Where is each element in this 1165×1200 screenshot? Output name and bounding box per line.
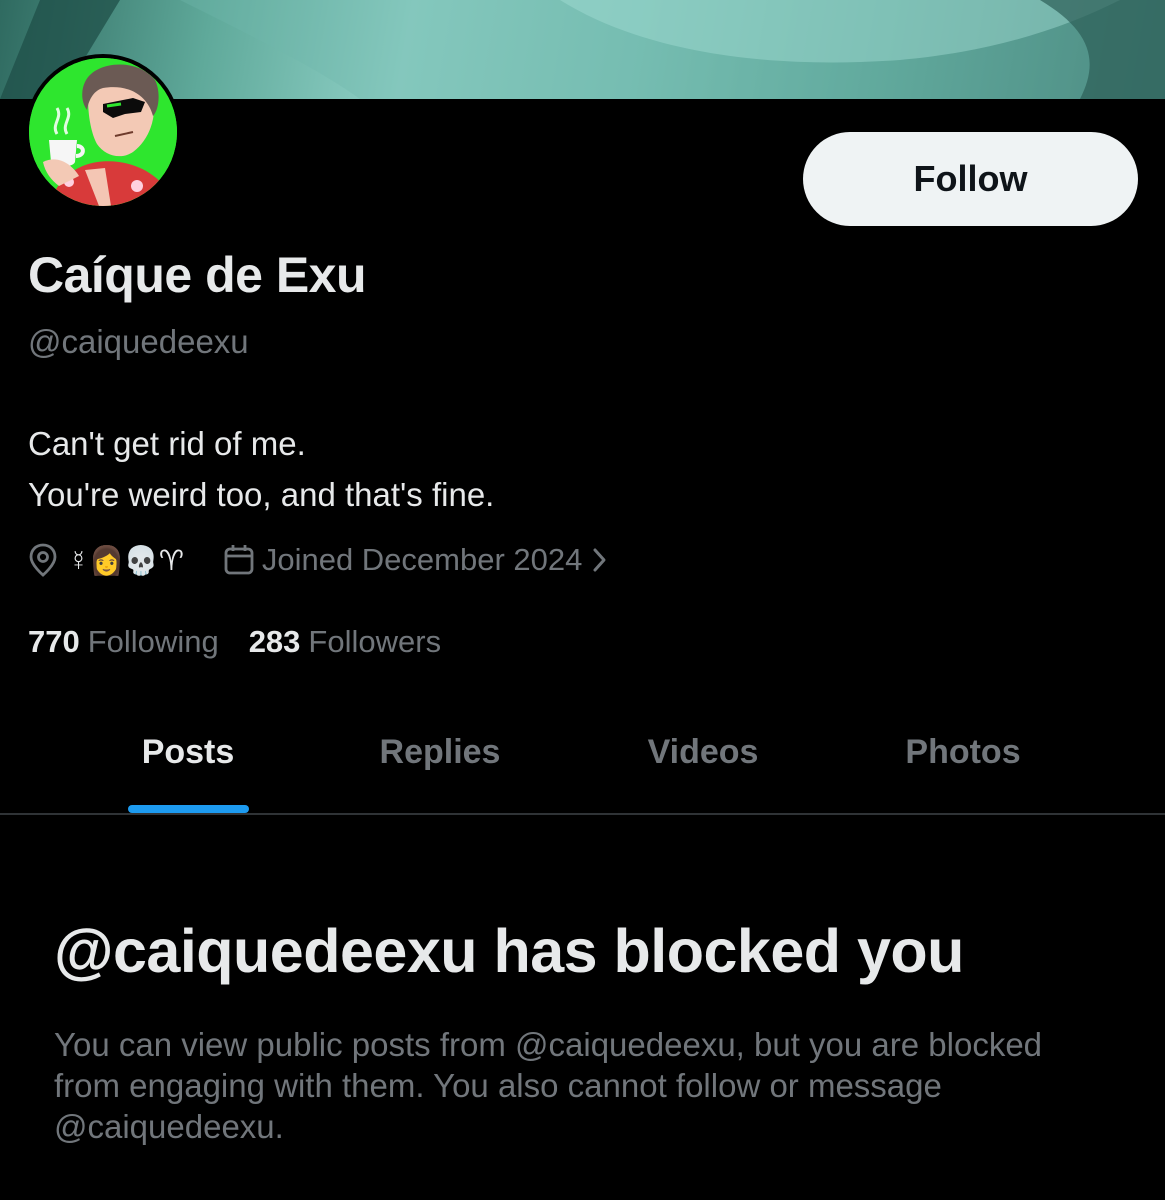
- following-label: Following: [87, 624, 219, 659]
- following-link[interactable]: 770 Following: [28, 624, 219, 660]
- active-tab-indicator: [128, 805, 249, 813]
- tabs-divider: [0, 813, 1165, 815]
- tab-videos[interactable]: Videos: [593, 690, 813, 814]
- profile-handle: @caiquedeexu: [28, 323, 249, 360]
- profile-bio: Can't get rid of me. You're weird too, a…: [28, 418, 494, 520]
- profile-location: ☿👩💀♈: [68, 544, 184, 576]
- followers-count: 283: [248, 624, 301, 659]
- chevron-right-icon: [592, 547, 608, 573]
- avatar-image: [29, 58, 177, 206]
- blocked-title: @caiquedeexu has blocked you: [54, 917, 964, 985]
- profile-stats: 770 Following 283 Followers: [28, 624, 441, 660]
- blocked-description: You can view public posts from @caiquede…: [54, 1026, 1043, 1145]
- bio-line: You're weird too, and that's fine.: [28, 476, 495, 513]
- followers-link[interactable]: 283 Followers: [249, 624, 441, 660]
- tab-photos[interactable]: Photos: [853, 690, 1073, 814]
- joined-date: Joined December 2024: [261, 542, 583, 577]
- avatar[interactable]: [25, 54, 181, 210]
- bio-line: Can't get rid of me.: [28, 425, 306, 462]
- tab-posts[interactable]: Posts: [78, 690, 298, 814]
- location-pin-icon: [28, 543, 58, 577]
- joined-date-link[interactable]: Joined December 2024: [224, 542, 609, 578]
- follow-button[interactable]: Follow: [803, 132, 1138, 226]
- followers-label: Followers: [308, 624, 442, 659]
- banner-image: [0, 0, 1165, 99]
- profile-tabs: Posts Replies Videos Photos: [0, 690, 1165, 814]
- profile-banner[interactable]: [0, 0, 1165, 99]
- profile-display-name: Caíque de Exu: [28, 247, 367, 303]
- calendar-icon: [224, 544, 254, 576]
- tab-replies[interactable]: Replies: [330, 690, 550, 814]
- profile-meta: ☿👩💀♈ Joined December 2024: [28, 538, 608, 582]
- following-count: 770: [28, 624, 80, 659]
